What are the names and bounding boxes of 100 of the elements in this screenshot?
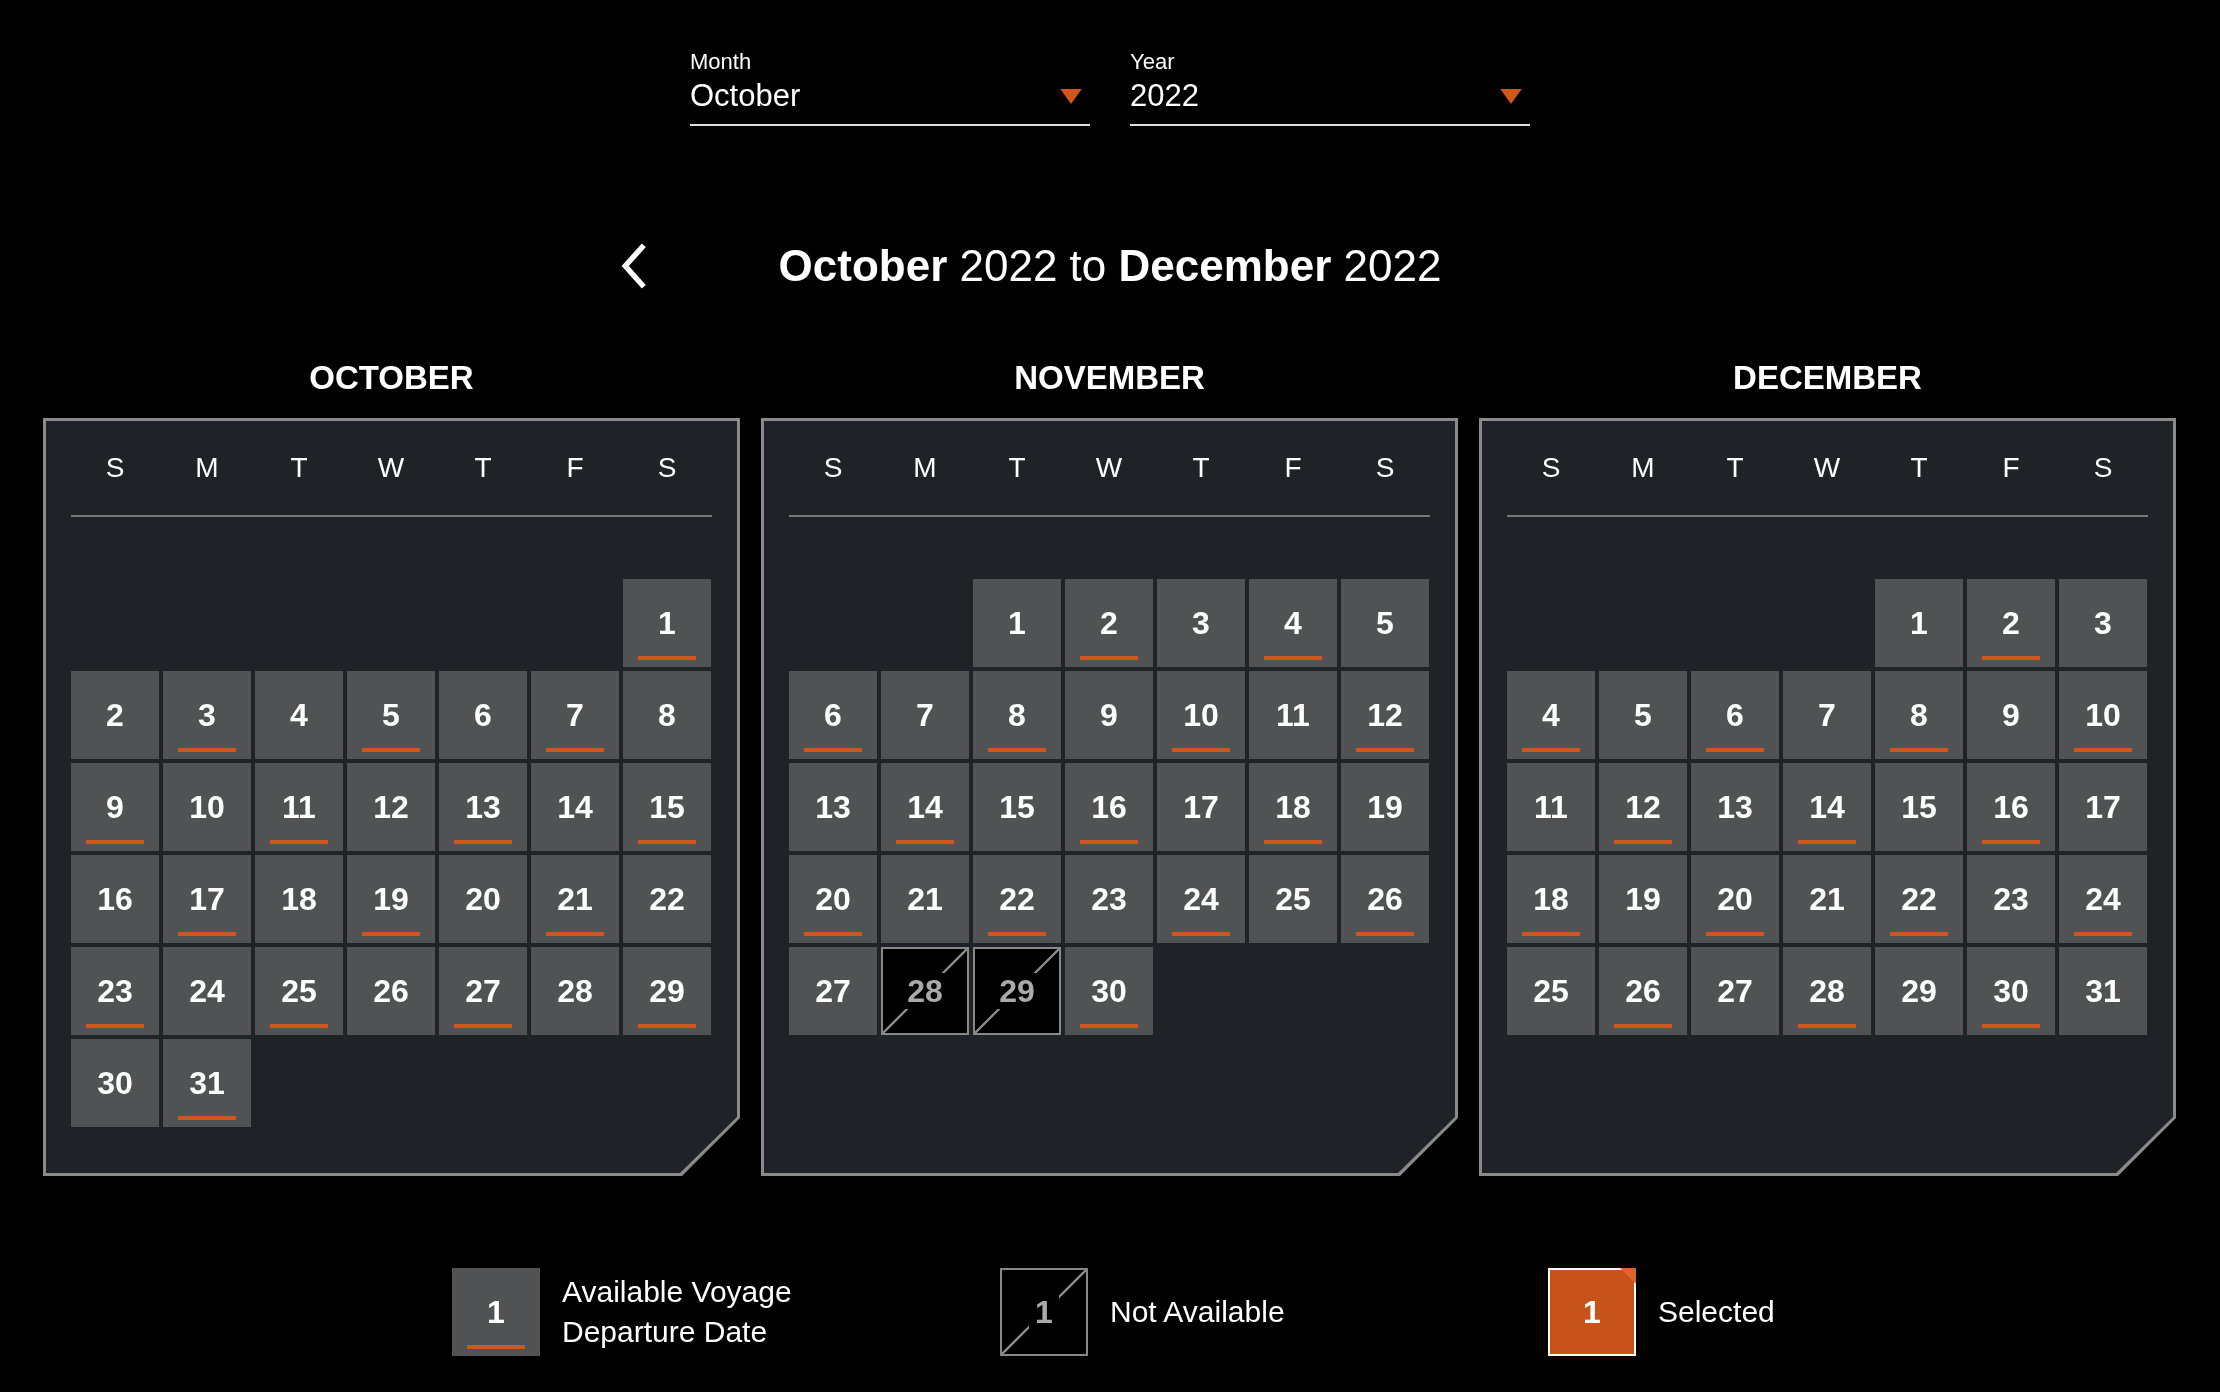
day-cell[interactable]: 26 <box>1341 855 1429 943</box>
day-cell[interactable]: 1 <box>623 579 711 667</box>
day-cell[interactable]: 3 <box>2059 579 2147 667</box>
day-cell[interactable]: 4 <box>255 671 343 759</box>
day-cell[interactable]: 29 <box>623 947 711 1035</box>
day-cell[interactable]: 12 <box>1599 763 1687 851</box>
day-cell[interactable]: 8 <box>973 671 1061 759</box>
day-cell[interactable]: 1 <box>973 579 1061 667</box>
legend-label: Available Voyage Departure Date <box>562 1274 793 1350</box>
day-cell[interactable]: 8 <box>623 671 711 759</box>
day-cell[interactable]: 19 <box>1341 763 1429 851</box>
day-cell[interactable]: 25 <box>1507 947 1595 1035</box>
weekday-label: F <box>2001 452 2021 484</box>
day-cell[interactable]: 14 <box>881 763 969 851</box>
day-cell[interactable]: 23 <box>71 947 159 1035</box>
day-cell[interactable]: 30 <box>71 1039 159 1127</box>
day-cell[interactable]: 1 <box>1875 579 1963 667</box>
day-cell[interactable]: 23 <box>1065 855 1153 943</box>
day-cell[interactable]: 15 <box>973 763 1061 851</box>
month-heading: NOVEMBER <box>1014 358 1205 398</box>
day-cell[interactable]: 28 <box>531 947 619 1035</box>
day-cell[interactable]: 7 <box>1783 671 1871 759</box>
day-cell[interactable]: 17 <box>2059 763 2147 851</box>
day-cell[interactable]: 5 <box>1599 671 1687 759</box>
day-cell[interactable]: 21 <box>1783 855 1871 943</box>
day-cell[interactable]: 11 <box>1507 763 1595 851</box>
day-cell[interactable]: 25 <box>255 947 343 1035</box>
caret-icon <box>1500 88 1522 104</box>
day-cell[interactable]: 4 <box>1507 671 1595 759</box>
day-cell[interactable]: 12 <box>347 763 435 851</box>
day-cell[interactable]: 11 <box>1249 671 1337 759</box>
day-cell[interactable]: 15 <box>623 763 711 851</box>
day-cell[interactable]: 22 <box>1875 855 1963 943</box>
day-cell[interactable]: 2 <box>1065 579 1153 667</box>
month-dropdown[interactable]: Month October <box>690 48 1090 126</box>
day-cell[interactable]: 6 <box>789 671 877 759</box>
day-cell[interactable]: 10 <box>2059 671 2147 759</box>
day-cell[interactable]: 30 <box>1065 947 1153 1035</box>
day-cell[interactable]: 6 <box>439 671 527 759</box>
day-cell[interactable]: 7 <box>881 671 969 759</box>
day-cell[interactable]: 18 <box>255 855 343 943</box>
day-cell[interactable]: 27 <box>1691 947 1779 1035</box>
day-cell[interactable]: 17 <box>163 855 251 943</box>
day-cell[interactable]: 24 <box>1157 855 1245 943</box>
day-cell[interactable]: 5 <box>347 671 435 759</box>
day-cell[interactable]: 21 <box>881 855 969 943</box>
day-cell[interactable]: 20 <box>1691 855 1779 943</box>
day-cell[interactable]: 16 <box>1967 763 2055 851</box>
day-cell[interactable]: 13 <box>789 763 877 851</box>
day-cell[interactable]: 17 <box>1157 763 1245 851</box>
day-cell[interactable]: 10 <box>1157 671 1245 759</box>
day-cell[interactable]: 15 <box>1875 763 1963 851</box>
day-cell[interactable]: 14 <box>1783 763 1871 851</box>
day-cell[interactable]: 3 <box>1157 579 1245 667</box>
day-cell[interactable]: 9 <box>1967 671 2055 759</box>
day-cell[interactable]: 19 <box>347 855 435 943</box>
day-cell[interactable]: 30 <box>1967 947 2055 1035</box>
day-cell[interactable]: 14 <box>531 763 619 851</box>
day-cell[interactable]: 16 <box>71 855 159 943</box>
day-cell[interactable]: 9 <box>71 763 159 851</box>
weekday-label: T <box>473 452 493 484</box>
day-cell[interactable]: 11 <box>255 763 343 851</box>
day-cell[interactable]: 26 <box>1599 947 1687 1035</box>
day-cell[interactable]: 31 <box>2059 947 2147 1035</box>
day-cell[interactable]: 2 <box>1967 579 2055 667</box>
day-cell[interactable]: 19 <box>1599 855 1687 943</box>
day-cell[interactable]: 20 <box>439 855 527 943</box>
day-cell[interactable]: 12 <box>1341 671 1429 759</box>
day-cell[interactable]: 24 <box>2059 855 2147 943</box>
day-cell[interactable]: 13 <box>439 763 527 851</box>
day-cell[interactable]: 29 <box>1875 947 1963 1035</box>
day-cell[interactable]: 25 <box>1249 855 1337 943</box>
day-cell[interactable]: 5 <box>1341 579 1429 667</box>
day-cell[interactable]: 31 <box>163 1039 251 1127</box>
day-cell[interactable]: 7 <box>531 671 619 759</box>
day-cell[interactable]: 4 <box>1249 579 1337 667</box>
day-cell[interactable]: 3 <box>163 671 251 759</box>
day-cell[interactable]: 16 <box>1065 763 1153 851</box>
day-cell[interactable]: 10 <box>163 763 251 851</box>
day-cell[interactable]: 21 <box>531 855 619 943</box>
year-dropdown[interactable]: Year 2022 <box>1130 48 1530 126</box>
day-cell[interactable]: 26 <box>347 947 435 1035</box>
day-cell[interactable]: 29 <box>973 947 1061 1035</box>
day-cell[interactable]: 20 <box>789 855 877 943</box>
day-cell[interactable]: 2 <box>71 671 159 759</box>
day-cell[interactable]: 18 <box>1507 855 1595 943</box>
day-cell[interactable]: 24 <box>163 947 251 1035</box>
day-cell[interactable]: 22 <box>623 855 711 943</box>
day-cell[interactable]: 27 <box>789 947 877 1035</box>
day-cell[interactable]: 28 <box>881 947 969 1035</box>
day-cell[interactable]: 18 <box>1249 763 1337 851</box>
day-cell[interactable]: 27 <box>439 947 527 1035</box>
day-cell[interactable]: 8 <box>1875 671 1963 759</box>
day-cell[interactable]: 13 <box>1691 763 1779 851</box>
day-cell[interactable]: 28 <box>1783 947 1871 1035</box>
chevron-left-icon[interactable] <box>620 242 648 290</box>
day-cell[interactable]: 6 <box>1691 671 1779 759</box>
day-cell[interactable]: 23 <box>1967 855 2055 943</box>
day-cell[interactable]: 9 <box>1065 671 1153 759</box>
day-cell[interactable]: 22 <box>973 855 1061 943</box>
